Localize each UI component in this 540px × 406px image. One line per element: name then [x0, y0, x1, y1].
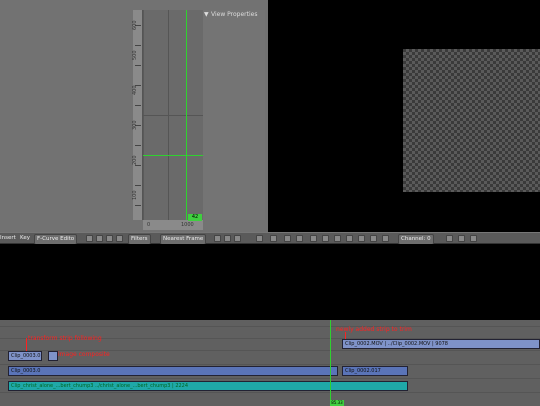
annotation-text: newly added strip to trim	[336, 326, 412, 333]
proportional-icon[interactable]	[234, 235, 241, 242]
snap-icon[interactable]	[214, 235, 221, 242]
ruler-label: 200	[132, 155, 138, 165]
ruler-label: 300	[132, 120, 138, 130]
link-icon[interactable]	[106, 235, 113, 242]
strip-cyan-long[interactable]: Clip_christ_alone_...bert_chump3 ../chri…	[8, 381, 408, 391]
expand-triangle-icon[interactable]: ▼	[204, 11, 209, 19]
view-properties-panel: ▼ View Properties	[203, 10, 265, 220]
refresh-icon[interactable]	[322, 235, 329, 242]
image-icon[interactable]	[370, 235, 377, 242]
strip-clip-0002-top[interactable]: Clip_0002.MOV | ../Clip_0002.MOV | 9078	[342, 339, 540, 349]
ruler-label: 400	[132, 85, 138, 95]
settings-icon[interactable]	[470, 235, 477, 242]
view-icon[interactable]	[256, 235, 263, 242]
ruler-label: 0	[147, 222, 151, 228]
current-frame-marker[interactable]: 42	[188, 214, 202, 221]
strip-icon[interactable]	[310, 235, 317, 242]
frame-ruler[interactable]: 0 1000	[143, 220, 203, 230]
strip-clip-0002-left[interactable]: Clip_0002.017	[342, 366, 408, 376]
playhead-line[interactable]	[186, 10, 187, 220]
value-ruler: 600 500 400 300 200 100	[132, 10, 143, 220]
add-icon[interactable]	[296, 235, 303, 242]
preview-icon[interactable]	[382, 235, 389, 242]
ruler-label: 1000	[181, 222, 194, 228]
overlay-icon[interactable]	[346, 235, 353, 242]
pivot-icon[interactable]	[224, 235, 231, 242]
grid-line	[143, 115, 203, 116]
annotation-text: image composite	[58, 351, 110, 358]
display-icon[interactable]	[334, 235, 341, 242]
select-icon[interactable]	[270, 235, 277, 242]
ruler-label: 100	[132, 190, 138, 200]
sequencer-timeline[interactable]: transform strip following image composit…	[0, 320, 540, 406]
strip-clip-sequence[interactable]: Clip_0003.0	[8, 366, 338, 376]
pin-icon[interactable]	[96, 235, 103, 242]
sequencer-playhead[interactable]	[330, 320, 331, 406]
view-properties-label[interactable]: View Properties	[211, 11, 257, 19]
key-menu[interactable]: Key	[20, 234, 30, 243]
ghost-icon[interactable]	[116, 235, 123, 242]
dropdown-icon[interactable]	[86, 235, 93, 242]
ruler-label: 500	[132, 50, 138, 60]
ruler-label: 600	[132, 20, 138, 30]
sequencer-frame-marker[interactable]: 85.33	[330, 400, 344, 406]
channel-icon[interactable]	[358, 235, 365, 242]
insert-menu[interactable]: Insert	[0, 234, 16, 243]
annotation-text: transform strip following	[28, 335, 102, 342]
cursor-value-line	[143, 155, 203, 156]
editor-header: Insert Key F-Curve Edito Filters Nearest…	[0, 232, 540, 245]
transparent-preview	[403, 49, 540, 192]
strip-small[interactable]	[48, 351, 58, 361]
lock-icon[interactable]	[446, 235, 453, 242]
strip-clip-0003[interactable]: Clip_0003.0	[8, 351, 42, 361]
marker-icon[interactable]	[284, 235, 291, 242]
overlay-toggle-icon[interactable]	[458, 235, 465, 242]
empty-area	[0, 244, 540, 320]
